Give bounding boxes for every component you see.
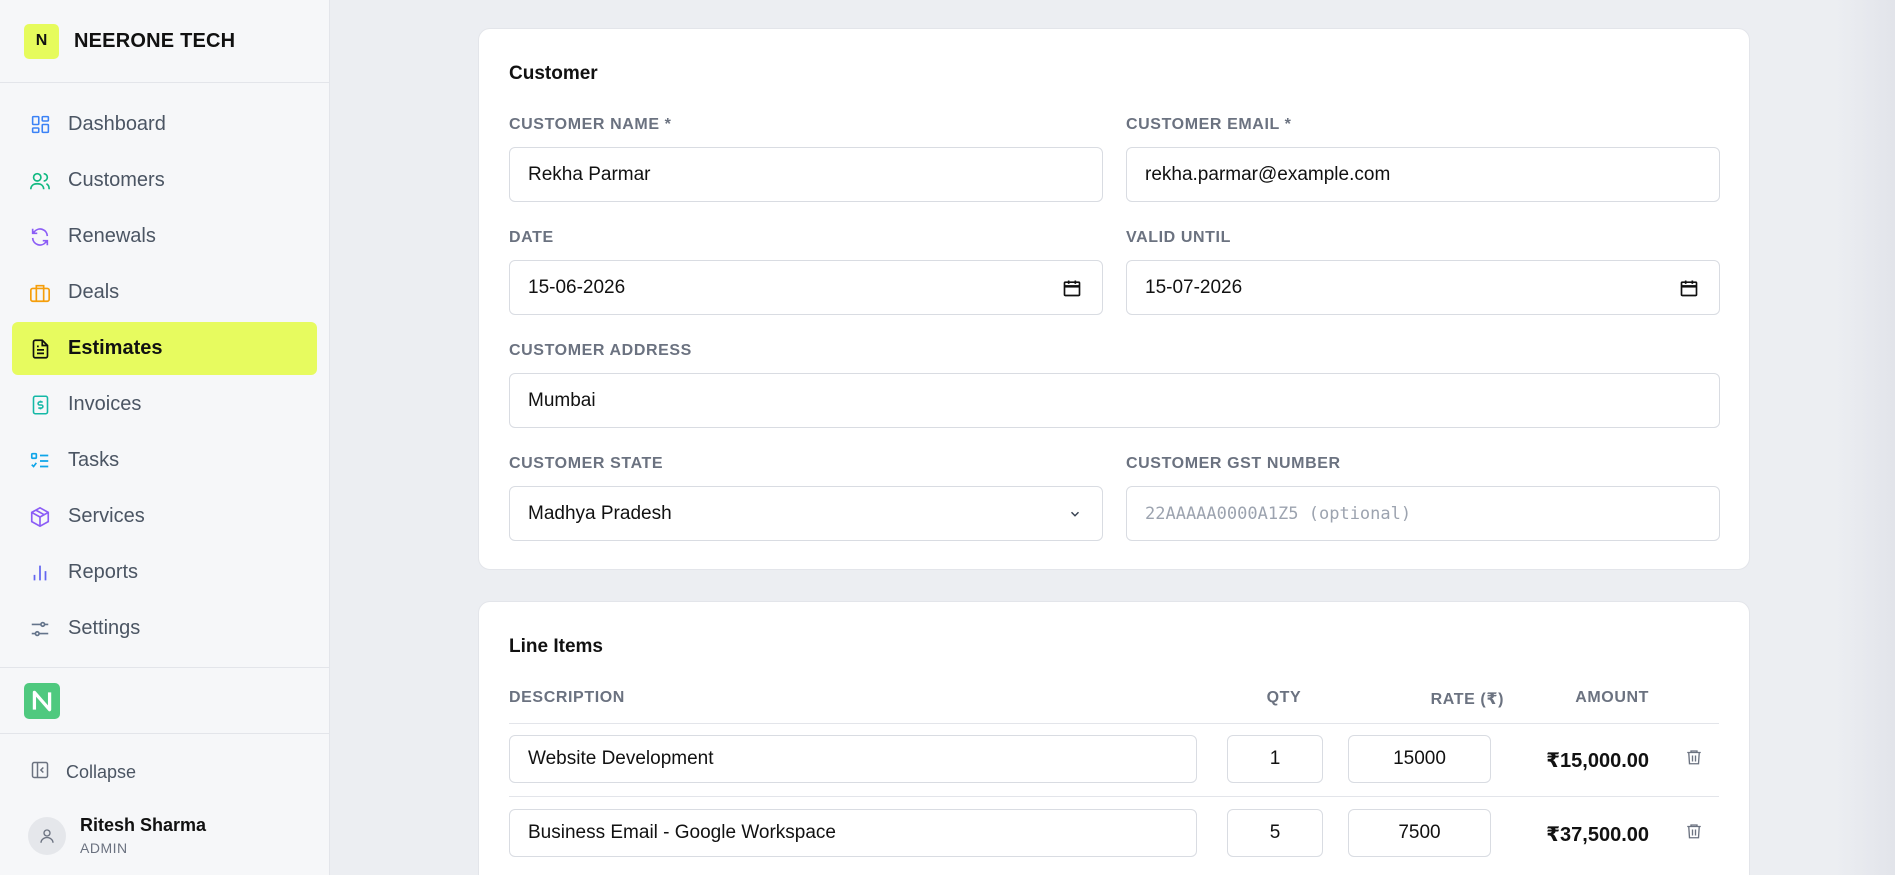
amount-value: ₹37,500.00 — [1546, 824, 1649, 846]
line-items-card: Line Items DESCRIPTION QTY RATE (₹) AMOU… — [478, 601, 1750, 875]
customer-address-label: CUSTOMER ADDRESS — [509, 342, 692, 359]
user-name: Ritesh Sharma — [80, 815, 207, 835]
rate-input[interactable]: 7500 — [1348, 809, 1491, 857]
sidebar-item-dashboard[interactable]: Dashboard — [12, 98, 317, 151]
user-role: ADMIN — [80, 840, 128, 856]
qty-value: 1 — [1269, 748, 1281, 769]
description-value: Business Email - Google Workspace — [528, 822, 836, 843]
rate-input[interactable]: 15000 — [1348, 735, 1491, 783]
valid-until-input[interactable]: 15-07-2026 — [1126, 260, 1720, 315]
sidebar-item-deals[interactable]: Deals — [12, 266, 317, 319]
sidebar-item-label: Customers — [68, 169, 165, 191]
brand-logo[interactable]: N — [24, 23, 59, 59]
customer-address-value: Mumbai — [528, 389, 596, 411]
refresh-icon — [29, 226, 51, 248]
collapse-label: Collapse — [66, 762, 137, 782]
dashboard-icon — [29, 114, 51, 136]
customer-card: Customer CUSTOMER NAME * Rekha Parmar CU… — [478, 28, 1750, 570]
description-input[interactable]: Website Development — [509, 735, 1197, 783]
company-logo — [24, 683, 60, 719]
sidebar-nav: Dashboard Customers Renewals Deals Estim… — [0, 83, 329, 655]
customer-email-input[interactable]: rekha.parmar@example.com — [1126, 147, 1720, 202]
brand: N NEERONE TECH — [0, 0, 329, 83]
sidebar-item-tasks[interactable]: Tasks — [12, 434, 317, 487]
description-value: Website Development — [528, 748, 714, 769]
chevron-down-icon — [1068, 507, 1082, 521]
divider — [509, 723, 1719, 724]
sidebar-item-label: Tasks — [68, 449, 120, 471]
customer-gst-input[interactable]: 22AAAAA0000A1Z5 (optional) — [1126, 486, 1720, 541]
calendar-icon[interactable] — [1679, 278, 1699, 298]
trash-icon[interactable] — [1685, 747, 1703, 772]
invoice-icon — [29, 394, 51, 416]
user-profile[interactable]: Ritesh Sharma ADMIN — [28, 815, 206, 856]
sidebar-item-customers[interactable]: Customers — [12, 154, 317, 207]
column-header-rate: RATE (₹) — [1430, 691, 1504, 708]
sidebar: N NEERONE TECH Dashboard Customers Renew… — [0, 0, 330, 875]
sidebar-item-label: Reports — [68, 561, 139, 583]
qty-value: 5 — [1269, 822, 1281, 843]
column-header-qty: QTY — [1266, 689, 1302, 706]
briefcase-icon — [29, 282, 51, 304]
calendar-icon[interactable] — [1062, 278, 1082, 298]
customer-email-value: rekha.parmar@example.com — [1145, 163, 1391, 185]
amount-value: ₹15,000.00 — [1546, 750, 1649, 772]
sidebar-item-label: Settings — [68, 617, 141, 639]
package-icon — [29, 506, 51, 528]
page-edge-shadow — [1835, 0, 1895, 875]
divider — [509, 796, 1719, 797]
card-title: Customer — [509, 63, 598, 84]
customer-state-select[interactable]: Madhya Pradesh — [509, 486, 1103, 541]
sidebar-item-estimates[interactable]: Estimates — [12, 322, 317, 375]
sidebar-item-settings[interactable]: Settings — [12, 602, 317, 655]
divider — [0, 733, 330, 734]
rate-value: 7500 — [1398, 822, 1441, 843]
sidebar-item-renewals[interactable]: Renewals — [12, 210, 317, 263]
customer-gst-placeholder: 22AAAAA0000A1Z5 (optional) — [1145, 503, 1412, 524]
customer-state-value: Madhya Pradesh — [528, 502, 672, 524]
sidebar-item-label: Dashboard — [68, 113, 166, 135]
collapse-button[interactable]: Collapse — [30, 760, 136, 785]
date-value: 15-06-2026 — [528, 276, 626, 298]
sliders-icon — [29, 618, 51, 640]
valid-until-value: 15-07-2026 — [1145, 276, 1243, 298]
date-input[interactable]: 15-06-2026 — [509, 260, 1103, 315]
column-header-description: DESCRIPTION — [509, 689, 625, 706]
customer-email-label: CUSTOMER EMAIL * — [1126, 116, 1292, 133]
customer-state-label: CUSTOMER STATE — [509, 455, 664, 472]
document-icon — [29, 338, 51, 360]
qty-input[interactable]: 5 — [1227, 809, 1323, 857]
sidebar-item-label: Renewals — [68, 225, 156, 247]
column-header-amount: AMOUNT — [1575, 689, 1649, 706]
sidebar-item-reports[interactable]: Reports — [12, 546, 317, 599]
customer-name-input[interactable]: Rekha Parmar — [509, 147, 1103, 202]
qty-input[interactable]: 1 — [1227, 735, 1323, 783]
checklist-icon — [29, 450, 51, 472]
card-title: Line Items — [509, 636, 603, 657]
sidebar-item-label: Estimates — [68, 337, 163, 359]
customer-name-label: CUSTOMER NAME * — [509, 116, 672, 133]
user-icon — [40, 828, 54, 843]
customer-name-value: Rekha Parmar — [528, 163, 651, 185]
sidebar-item-services[interactable]: Services — [12, 490, 317, 543]
sidebar-collapse-icon — [30, 760, 50, 785]
sidebar-item-label: Invoices — [68, 393, 142, 415]
description-input[interactable]: Business Email - Google Workspace — [509, 809, 1197, 857]
sidebar-item-invoices[interactable]: Invoices — [12, 378, 317, 431]
customer-address-input[interactable]: Mumbai — [509, 373, 1720, 428]
valid-until-label: VALID UNTIL — [1126, 229, 1231, 246]
date-label: DATE — [509, 229, 554, 246]
sidebar-item-label: Services — [68, 505, 145, 527]
sidebar-item-label: Deals — [68, 281, 120, 303]
avatar — [28, 816, 66, 855]
brand-name: NEERONE TECH — [74, 29, 236, 52]
users-icon — [29, 170, 51, 192]
bar-chart-icon — [29, 562, 51, 584]
trash-icon[interactable] — [1685, 821, 1703, 846]
divider — [0, 667, 330, 668]
customer-gst-label: CUSTOMER GST NUMBER — [1126, 455, 1341, 472]
rate-value: 15000 — [1393, 748, 1446, 769]
